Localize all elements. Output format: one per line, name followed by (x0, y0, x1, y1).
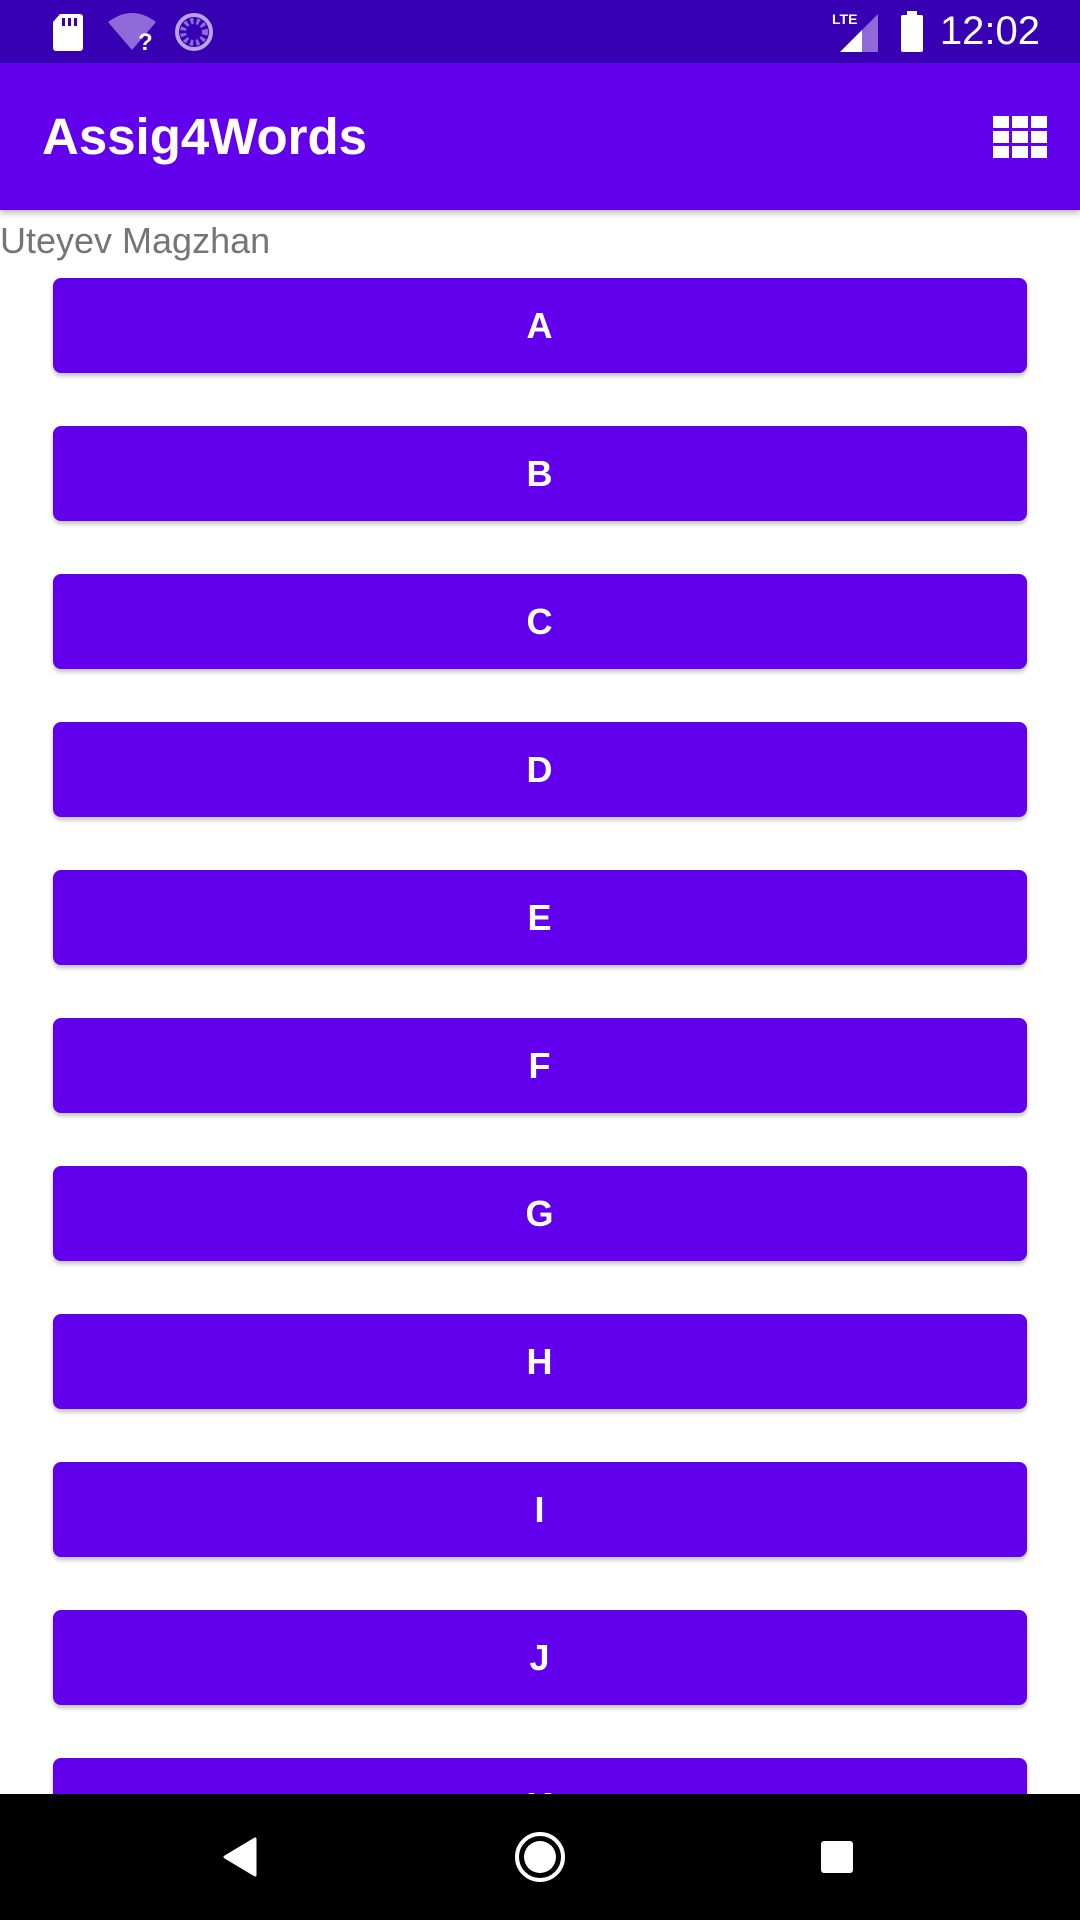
letter-button-h[interactable]: H (53, 1314, 1027, 1409)
svg-text:?: ? (138, 29, 153, 52)
letter-button-c[interactable]: C (53, 574, 1027, 669)
letter-button-a[interactable]: A (53, 278, 1027, 373)
main-content: Uteyev Magzhan A B C D E F G H I J K (0, 210, 1080, 1794)
recents-icon (821, 1841, 853, 1873)
navigation-bar (0, 1794, 1080, 1920)
letter-button-k[interactable]: K (53, 1758, 1027, 1794)
signal-icon: LTE (832, 0, 880, 63)
status-time: 12:02 (939, 9, 1040, 53)
letter-button-b[interactable]: B (53, 426, 1027, 521)
battery-icon (898, 0, 926, 63)
author-name: Uteyev Magzhan (0, 220, 271, 261)
letter-button-g[interactable]: G (53, 1166, 1027, 1261)
letter-button-d[interactable]: D (53, 722, 1027, 817)
letter-button-j[interactable]: J (53, 1610, 1027, 1705)
letter-button-f[interactable]: F (53, 1018, 1027, 1113)
sd-card-icon (50, 0, 86, 63)
back-button[interactable] (178, 1794, 304, 1920)
sync-icon (172, 0, 216, 63)
home-icon (515, 1832, 565, 1882)
letter-button-i[interactable]: I (53, 1462, 1027, 1557)
letter-button-e[interactable]: E (53, 870, 1027, 965)
back-icon (223, 1837, 257, 1877)
wifi-unknown-icon: ? (106, 0, 158, 63)
app-title: Assig4Words (42, 108, 367, 165)
grid-view-icon (993, 116, 1047, 158)
grid-view-button[interactable] (988, 105, 1052, 169)
home-button[interactable] (477, 1794, 603, 1920)
status-bar: ? LTE 12:02 (0, 0, 1080, 63)
svg-text:LTE: LTE (832, 11, 857, 27)
letter-list: A B C D E F G H I J K (53, 278, 1027, 1794)
app-bar: Assig4Words (0, 63, 1080, 210)
recents-button[interactable] (774, 1794, 900, 1920)
